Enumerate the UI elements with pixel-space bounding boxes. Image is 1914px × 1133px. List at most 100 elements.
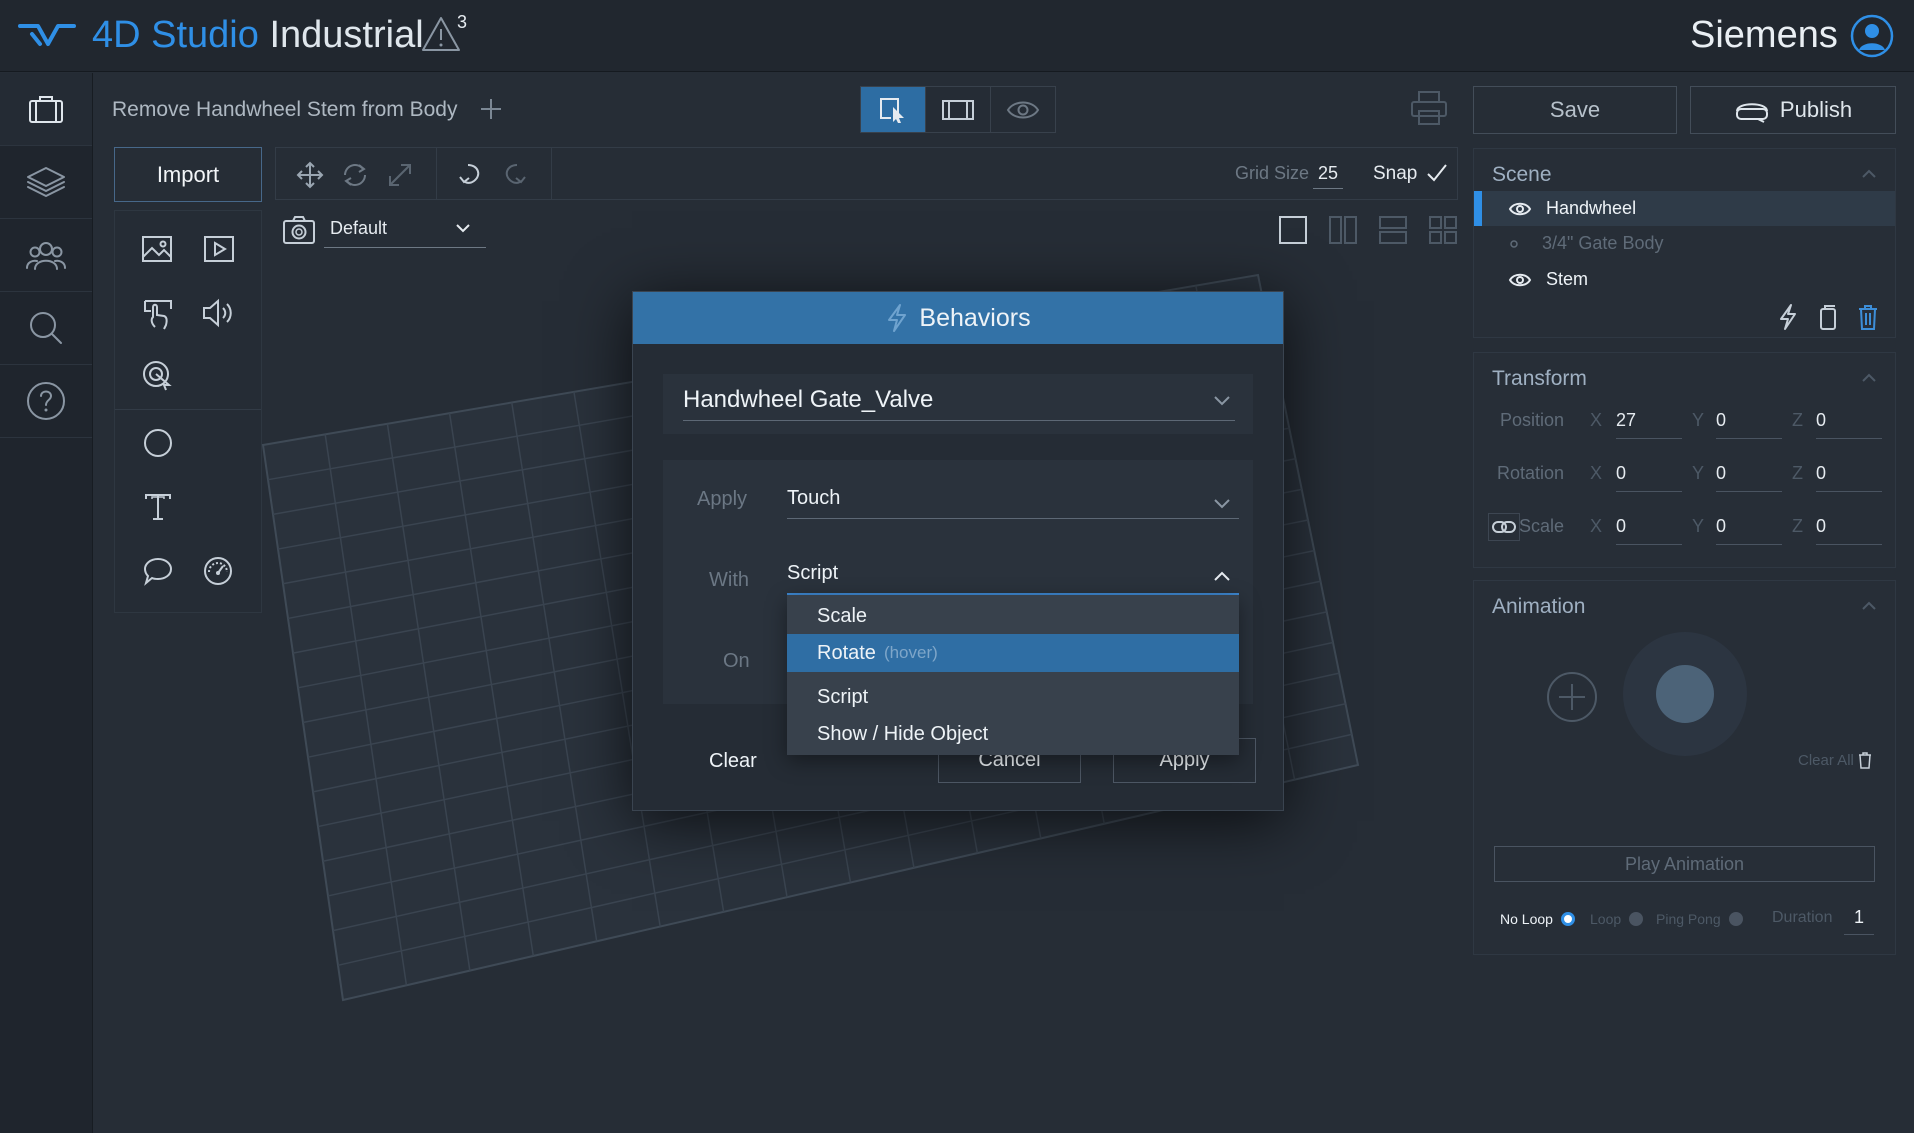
chevron-up-icon[interactable] (1861, 601, 1877, 611)
chevron-down-icon[interactable] (1213, 497, 1231, 509)
chevron-up-icon[interactable] (1213, 571, 1231, 583)
print-icon[interactable] (1410, 90, 1448, 126)
clear-all-button[interactable]: Clear All (1798, 751, 1872, 769)
chevron-up-icon[interactable] (1861, 373, 1877, 383)
trash-icon[interactable] (1857, 303, 1879, 331)
transform-panel: Transform Position X 27 Y 0 Z 0 Rotation… (1473, 352, 1896, 568)
dropdown-option-script[interactable]: Script (787, 678, 1239, 716)
rail-layers-button[interactable] (0, 146, 92, 219)
action-select[interactable]: Script (787, 562, 1239, 595)
axis-y-label: Y (1692, 410, 1705, 430)
rail-help-button[interactable] (0, 365, 92, 438)
scale-x-input[interactable]: 0 (1616, 516, 1682, 545)
scale-label: Scale (1518, 516, 1564, 536)
rail-projects-button[interactable] (0, 73, 92, 146)
select-cursor-icon (878, 96, 908, 124)
lightning-icon[interactable] (1777, 303, 1799, 331)
redo-icon[interactable] (501, 161, 529, 189)
users-icon (25, 238, 67, 272)
play-animation-button[interactable]: Play Animation (1494, 846, 1875, 882)
chevron-down-icon[interactable] (455, 222, 471, 234)
behaviors-dialog-header: Behaviors (633, 292, 1283, 344)
on-label: On (723, 650, 750, 672)
option-label: Rotate (817, 641, 876, 664)
eye-icon[interactable] (1508, 272, 1532, 288)
ping-pong-option[interactable]: Ping Pong (1656, 911, 1743, 927)
help-icon (26, 381, 66, 421)
axis-x-label: X (1590, 410, 1603, 430)
no-loop-option[interactable]: No Loop (1500, 911, 1575, 927)
rotate-tool-icon[interactable] (341, 161, 369, 189)
rotation-x-input[interactable]: 0 (1616, 463, 1682, 492)
with-label: With (709, 569, 749, 591)
dropdown-option-rotate[interactable]: Rotate (hover) (787, 634, 1239, 672)
dropdown-option-show-hide[interactable]: Show / Hide Object (787, 715, 1239, 753)
undo-icon[interactable] (456, 161, 484, 189)
axis-z-label: Z (1792, 463, 1803, 483)
scene-item-stem[interactable]: Stem (1474, 262, 1895, 297)
action-dropdown-menu: Scale Rotate (hover) Script Show / Hide … (787, 595, 1239, 755)
scene-actions (1777, 303, 1879, 331)
layout-split-vertical-icon[interactable] (1328, 215, 1358, 245)
select-mode-button[interactable] (861, 87, 926, 132)
dropdown-option-scale[interactable]: Scale (787, 597, 1239, 635)
position-x-input[interactable]: 27 (1616, 410, 1682, 439)
object-select[interactable]: Handwheel Gate_Valve (683, 386, 1235, 421)
save-button[interactable]: Save (1473, 86, 1677, 134)
scale-z-input[interactable]: 0 (1816, 516, 1882, 545)
app-title-accent: 4D Studio (92, 14, 259, 56)
behaviors-dialog: Behaviors Handwheel Gate_Valve Apply Tou… (632, 291, 1284, 811)
layout-single-icon[interactable] (1278, 215, 1308, 245)
checkmark-icon[interactable] (1425, 162, 1449, 184)
publish-button[interactable]: Publish (1690, 86, 1896, 134)
scale-y-input[interactable]: 0 (1716, 516, 1782, 545)
camera-icon[interactable] (282, 215, 316, 245)
chevron-up-icon[interactable] (1861, 169, 1877, 179)
add-scene-icon[interactable] (478, 96, 504, 122)
loop-label: Loop (1590, 911, 1622, 927)
loop-option[interactable]: Loop (1590, 911, 1644, 927)
position-z-input[interactable]: 0 (1816, 410, 1882, 439)
snap-toggle-label[interactable]: Snap (1373, 163, 1417, 185)
option-label: Script (817, 685, 869, 708)
user-avatar-icon[interactable] (1850, 14, 1894, 58)
rotation-z-input[interactable]: 0 (1816, 463, 1882, 492)
position-y-input[interactable]: 0 (1716, 410, 1782, 439)
duplicate-icon[interactable] (1817, 303, 1839, 331)
hidden-dot-icon[interactable] (1510, 239, 1518, 248)
user-name[interactable]: Siemens (1690, 14, 1838, 57)
rail-users-button[interactable] (0, 219, 92, 292)
scale-tool-icon[interactable] (386, 161, 414, 189)
scene-item-handwheel[interactable]: Handwheel (1474, 191, 1895, 226)
preview-mode-button[interactable] (991, 87, 1055, 132)
left-rail (0, 73, 93, 1133)
grid-size-input[interactable]: 25 (1313, 163, 1343, 189)
layout-split-horizontal-icon[interactable] (1378, 215, 1408, 245)
option-label: Scale (817, 604, 868, 627)
keyframe-dial[interactable] (1622, 631, 1748, 757)
search-icon (28, 310, 64, 346)
move-tool-icon[interactable] (296, 161, 324, 189)
publish-label: Publish (1779, 97, 1853, 122)
trash-icon (1858, 751, 1872, 769)
app-title: 4D Studio Industrial (92, 14, 424, 57)
scene-title[interactable]: Remove Handwheel Stem from Body (112, 98, 458, 122)
radio-icon (1728, 912, 1743, 926)
apply-label: Apply (697, 488, 748, 510)
rotation-y-input[interactable]: 0 (1716, 463, 1782, 492)
position-label: Position (1499, 410, 1564, 430)
trigger-select[interactable]: Touch (787, 487, 1239, 519)
eye-icon[interactable] (1508, 201, 1532, 217)
import-button[interactable]: Import (114, 147, 262, 202)
scene-item-gate-body[interactable]: 3/4" Gate Body (1474, 226, 1895, 261)
rail-search-button[interactable] (0, 292, 92, 365)
clear-button[interactable]: Clear (709, 750, 757, 773)
warning-icon[interactable] (420, 14, 462, 54)
link-scale-icon[interactable] (1488, 513, 1520, 541)
duration-input[interactable]: 1 (1844, 907, 1874, 935)
chevron-down-icon[interactable] (1213, 394, 1231, 406)
add-keyframe-icon[interactable] (1546, 671, 1598, 723)
scene-panel: Scene Handwheel 3/4" Gate Body Stem (1473, 148, 1896, 338)
layout-quad-icon[interactable] (1428, 215, 1458, 245)
timeline-mode-button[interactable] (926, 87, 991, 132)
